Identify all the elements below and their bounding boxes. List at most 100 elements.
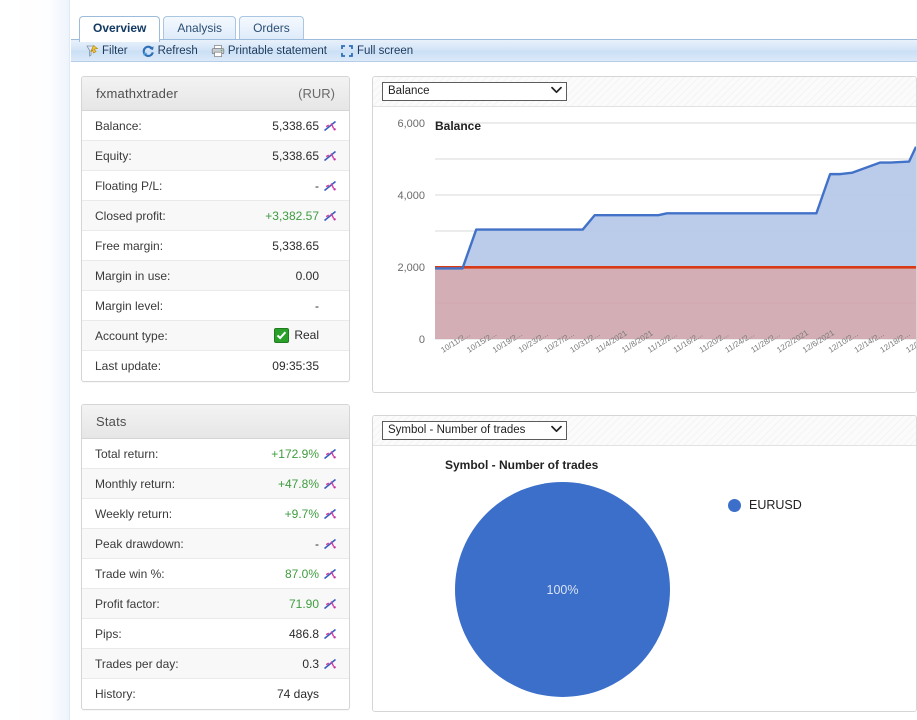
stats-title: Stats xyxy=(96,414,127,429)
row-value: 5,338.65 xyxy=(272,238,319,253)
stats-card: Stats Total return: +172.9% Monthly retu… xyxy=(81,404,350,710)
row-value: 0.3 xyxy=(302,656,319,671)
row-chart-icon-slot[interactable] xyxy=(319,209,341,223)
row-label: Margin level: xyxy=(95,298,164,313)
refresh-label: Refresh xyxy=(157,44,198,57)
chevron-down-icon xyxy=(551,422,562,439)
chart-icon[interactable] xyxy=(323,537,337,551)
row-label: Equity: xyxy=(95,148,132,163)
full-screen-label: Full screen xyxy=(356,44,414,57)
left-gutter xyxy=(0,0,70,720)
chart-icon[interactable] xyxy=(323,447,337,461)
filter-icon xyxy=(85,44,99,58)
row-label: Closed profit: xyxy=(95,208,166,223)
row-chart-icon-slot[interactable] xyxy=(319,597,341,611)
row-chart-icon-slot[interactable] xyxy=(319,447,341,461)
filter-label: Filter xyxy=(102,44,128,57)
content-area: fxmathxtrader (RUR) Balance: 5,338.65 Eq… xyxy=(71,63,917,720)
refresh-button[interactable]: Refresh xyxy=(137,43,202,59)
row-chart-icon-slot[interactable] xyxy=(319,119,341,133)
printable-statement-button[interactable]: Printable statement xyxy=(207,43,331,59)
chart-icon[interactable] xyxy=(323,597,337,611)
tab-overview[interactable]: Overview xyxy=(79,16,161,42)
row-value: 87.0% xyxy=(284,566,319,581)
chart-icon[interactable] xyxy=(323,507,337,521)
chart-icon[interactable] xyxy=(323,657,337,671)
table-row: Monthly return: +47.8% xyxy=(82,469,349,499)
row-chart-icon-slot[interactable] xyxy=(319,537,341,551)
table-row: Trades per day: 0.3 xyxy=(82,649,349,679)
full-screen-button[interactable]: Full screen xyxy=(336,43,417,59)
row-chart-icon-slot[interactable] xyxy=(319,477,341,491)
row-label: Free margin: xyxy=(95,238,164,253)
account-currency: (RUR) xyxy=(298,86,335,101)
printable-statement-label: Printable statement xyxy=(227,44,327,57)
tab-overview-label: Overview xyxy=(93,21,147,35)
row-chart-icon-slot[interactable] xyxy=(319,507,341,521)
row-value: 0.00 xyxy=(295,268,319,283)
table-row: Last update: 09:35:35 xyxy=(82,351,349,381)
table-row: Free margin: 5,338.65 xyxy=(82,231,349,261)
legend-color-swatch xyxy=(728,498,741,512)
table-row: Peak drawdown: - xyxy=(82,529,349,559)
row-value: 74 days xyxy=(276,687,319,701)
row-value: 5,338.65 xyxy=(272,118,319,133)
account-rows: Balance: 5,338.65 Equity: 5,338.65 Float… xyxy=(82,111,349,381)
left-column: fxmathxtrader (RUR) Balance: 5,338.65 Eq… xyxy=(81,76,350,720)
row-label: Balance: xyxy=(95,118,142,133)
right-column: Balance 0 2,000 4,000 6,000 Balance 10/1… xyxy=(372,76,917,720)
pie-chart-select[interactable]: Symbol - Number of trades xyxy=(382,421,567,440)
row-label: Account type: xyxy=(95,328,168,343)
svg-text:6,000: 6,000 xyxy=(397,118,425,130)
balance-chart-svg[interactable]: 02,0004,0006,000 Balance 10/11/2...10/15… xyxy=(373,107,916,392)
row-chart-icon-slot[interactable] xyxy=(319,567,341,581)
legend-label: EURUSD xyxy=(749,498,802,512)
chart-icon[interactable] xyxy=(323,627,337,641)
tab-analysis-label: Analysis xyxy=(177,21,223,35)
toolbar: Filter Refresh Printable statement Full … xyxy=(71,40,917,62)
row-chart-icon-slot[interactable] xyxy=(319,657,341,671)
row-label: Pips: xyxy=(95,626,122,641)
row-value: +3,382.57 xyxy=(265,208,319,223)
row-label: Peak drawdown: xyxy=(95,536,184,551)
table-row: Trade win %: 87.0% xyxy=(82,559,349,589)
chart-icon[interactable] xyxy=(323,179,337,193)
row-label: Monthly return: xyxy=(95,476,176,491)
row-chart-icon-slot[interactable] xyxy=(319,627,341,641)
account-type-text: Real xyxy=(294,328,319,342)
pie-chart-body: Symbol - Number of trades 100% EURUSD xyxy=(373,446,916,711)
row-label: Floating P/L: xyxy=(95,178,163,193)
chart-icon[interactable] xyxy=(323,149,337,163)
tab-analysis[interactable]: Analysis xyxy=(163,16,237,41)
table-row: History: 74 days xyxy=(82,679,349,709)
tab-orders[interactable]: Orders xyxy=(239,16,304,41)
balance-chart-header: Balance xyxy=(373,77,916,107)
pie-slice-label: 100% xyxy=(546,582,579,597)
balance-chart-select[interactable]: Balance xyxy=(382,82,567,101)
row-chart-icon-slot[interactable] xyxy=(319,149,341,163)
table-row: Balance: 5,338.65 xyxy=(82,111,349,141)
svg-text:4,000: 4,000 xyxy=(397,190,425,202)
filter-button[interactable]: Filter xyxy=(81,43,132,59)
row-value-account-type: Real xyxy=(274,327,319,344)
row-label: Profit factor: xyxy=(95,596,160,611)
chart-icon[interactable] xyxy=(323,567,337,581)
printer-icon xyxy=(211,44,225,58)
pie-slice-eurusd[interactable]: 100% xyxy=(455,482,670,697)
chart-icon[interactable] xyxy=(323,477,337,491)
pie-legend: EURUSD xyxy=(728,498,802,512)
svg-text:0: 0 xyxy=(419,334,425,346)
chart-icon[interactable] xyxy=(323,119,337,133)
row-label: History: xyxy=(95,687,136,701)
row-value: +172.9% xyxy=(271,446,319,461)
chart-icon[interactable] xyxy=(323,209,337,223)
check-icon xyxy=(274,327,290,343)
stats-rows: Total return: +172.9% Monthly return: +4… xyxy=(82,439,349,709)
table-row: Equity: 5,338.65 xyxy=(82,141,349,171)
table-row: Margin level: - xyxy=(82,291,349,321)
balance-chart-title: Balance xyxy=(435,119,481,133)
row-chart-icon-slot[interactable] xyxy=(319,179,341,193)
table-row: Weekly return: +9.7% xyxy=(82,499,349,529)
fullscreen-icon xyxy=(340,44,354,58)
pie-chart-select-value: Symbol - Number of trades xyxy=(388,424,526,436)
